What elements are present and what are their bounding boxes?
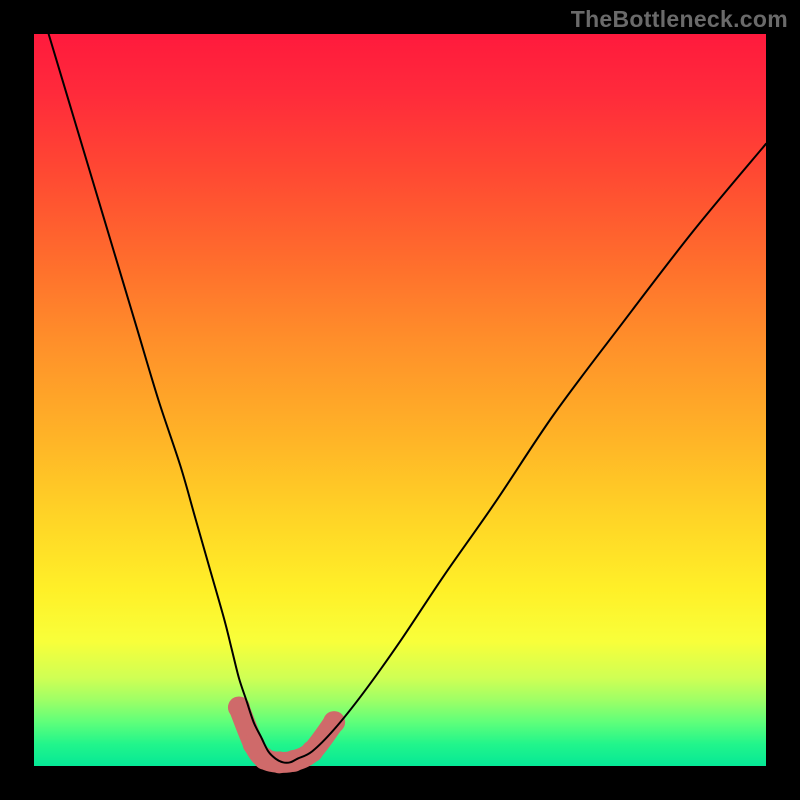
curve-overlay xyxy=(34,34,766,766)
bottleneck-curve-path xyxy=(49,34,766,763)
watermark-text: TheBottleneck.com xyxy=(571,6,788,33)
chart-frame: TheBottleneck.com xyxy=(0,0,800,800)
